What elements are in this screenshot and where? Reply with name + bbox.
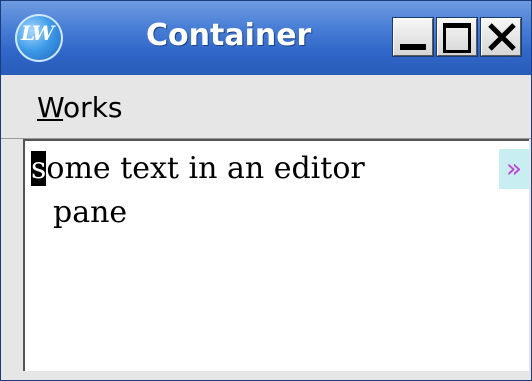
text-cursor: s: [31, 151, 47, 186]
editor-line-1-text: ome text in an editor: [46, 151, 365, 186]
app-logo-text: LW: [21, 21, 54, 45]
editor-pane[interactable]: some text in an editor » pane: [23, 139, 529, 371]
title-bar[interactable]: LW Container: [1, 1, 531, 75]
container-window: LW Container Works some text in an edito…: [0, 0, 532, 381]
window-title: Container: [146, 18, 312, 53]
editor-line-1: some text in an editor: [31, 149, 365, 189]
line-wrap-marker: »: [499, 149, 529, 189]
menu-item-works-mnemonic: W: [37, 91, 64, 124]
close-button[interactable]: [481, 18, 521, 56]
minimize-button[interactable]: [393, 18, 433, 56]
maximize-button[interactable]: [437, 18, 477, 56]
window-bottom-border: [1, 374, 531, 380]
menu-item-works-label: orks: [63, 91, 123, 124]
menu-bar: Works: [1, 75, 531, 139]
app-logo-icon[interactable]: LW: [15, 14, 63, 62]
menu-item-works[interactable]: Works: [37, 91, 123, 124]
close-icon: [488, 23, 516, 51]
editor-line-2: pane: [53, 195, 128, 230]
